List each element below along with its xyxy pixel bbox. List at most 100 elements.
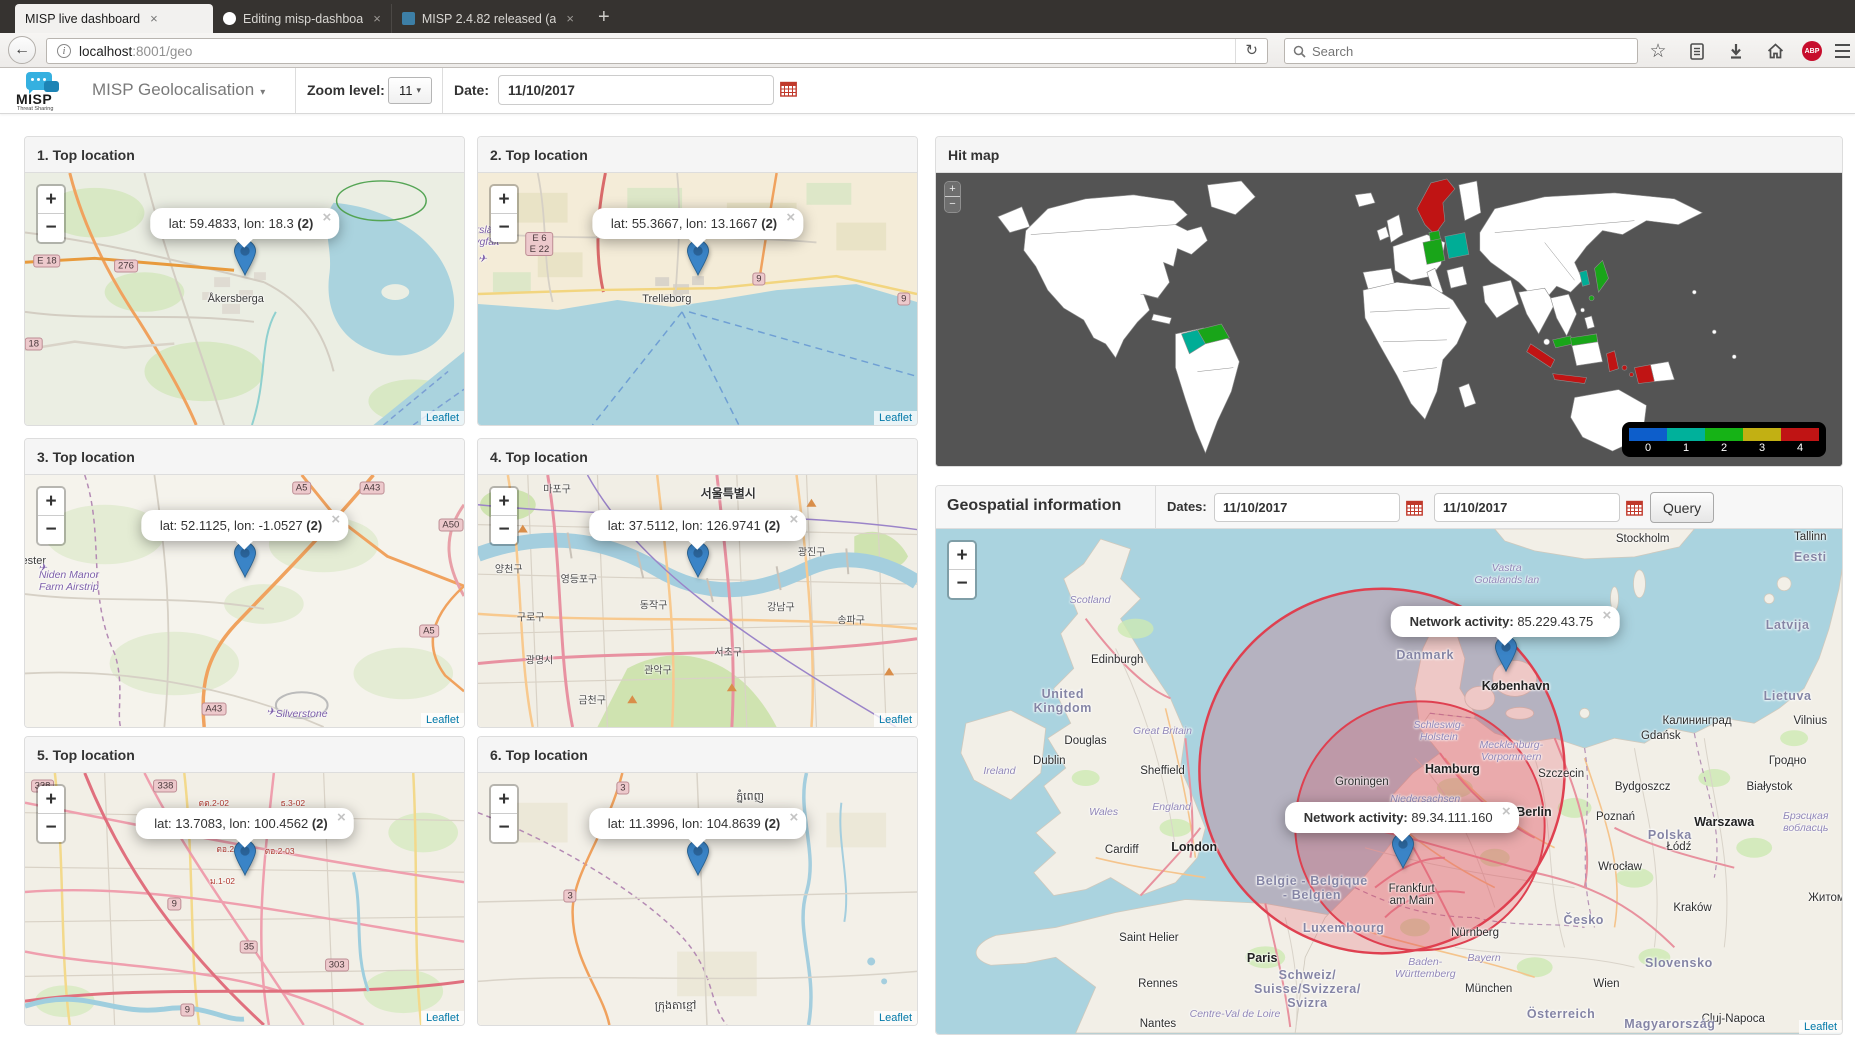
zoom-in-button[interactable]: + xyxy=(491,786,517,814)
popup-close-icon[interactable]: × xyxy=(789,811,798,824)
url-host: localhost xyxy=(79,44,132,59)
tab-misp-live-dashboard[interactable]: MISP live dashboard × xyxy=(15,4,213,33)
zoom-out-button[interactable]: − xyxy=(38,814,64,842)
legend-value: 2 xyxy=(1705,441,1743,454)
mini-map-bangkok[interactable]: +−ตต.2-02ธ.3-02ถ.2-02ตอ.2-02ตอ.2-03ม.1-0… xyxy=(25,773,464,1025)
home-icon[interactable] xyxy=(1762,38,1788,64)
panel-title: 1. Top location xyxy=(25,137,464,173)
zoom-out-button[interactable]: − xyxy=(38,516,64,544)
mini-map-phnom-penh[interactable]: +−ភ្នំពេញក្រុងតាខ្មៅ33lat: 11.3996, lon:… xyxy=(478,773,917,1025)
mini-map-silverstone[interactable]: +−esterNiden Manor Farm Airstrip✈✈Silver… xyxy=(25,475,464,727)
popup-close-icon[interactable]: × xyxy=(789,513,798,526)
map-attribution[interactable]: Leaflet xyxy=(874,1011,917,1025)
bookmark-star-icon[interactable]: ☆ xyxy=(1645,38,1671,64)
geospatial-map[interactable]: +−StockholmVastra Gotalands lanTallinnEe… xyxy=(936,529,1842,1034)
zoom-level-value: 11 xyxy=(399,83,413,98)
popup-close-icon[interactable]: × xyxy=(1602,609,1611,622)
road-badge: 9 xyxy=(168,898,181,911)
zoom-out-button[interactable]: − xyxy=(949,570,975,598)
popup-close-icon[interactable]: × xyxy=(323,211,332,224)
hit-map[interactable]: 01234 +− xyxy=(936,173,1842,466)
popup-label: (2) xyxy=(764,816,780,831)
zoom-in-button[interactable]: + xyxy=(945,182,960,197)
popup-close-icon[interactable]: × xyxy=(331,513,340,526)
map-attribution[interactable]: Leaflet xyxy=(421,713,464,727)
dates-label: Dates: xyxy=(1167,499,1207,514)
browser-tab-bar: MISP live dashboard × Editing misp-dashb… xyxy=(0,0,1855,33)
zoom-in-button[interactable]: + xyxy=(38,786,64,814)
popup-close-icon[interactable]: × xyxy=(1502,805,1511,818)
search-input[interactable] xyxy=(1312,44,1592,59)
panel-title: 6. Top location xyxy=(478,737,917,773)
search-icon xyxy=(1293,45,1306,58)
geospatial-header: Geospatial information Dates: Query xyxy=(936,486,1842,529)
zoom-in-button[interactable]: + xyxy=(491,488,517,516)
zoom-out-button[interactable]: − xyxy=(491,516,517,544)
map-attribution[interactable]: Leaflet xyxy=(874,713,917,727)
zoom-control: +− xyxy=(36,184,66,244)
zoom-control: +− xyxy=(36,784,66,844)
tab-editing-misp-dashboard[interactable]: Editing misp-dashboa × xyxy=(213,4,391,33)
zoom-out-button[interactable]: − xyxy=(945,197,960,212)
map-popup: lat: 55.3667, lon: 13.1667 (2)× xyxy=(592,208,803,239)
legend-value: 4 xyxy=(1781,441,1819,454)
date-input[interactable] xyxy=(498,75,774,105)
zoom-level-select[interactable]: 11▾ xyxy=(388,77,432,104)
popup-close-icon[interactable]: × xyxy=(786,211,795,224)
map-attribution[interactable]: Leaflet xyxy=(421,411,464,425)
zoom-in-button[interactable]: + xyxy=(38,488,64,516)
tab-close-icon[interactable]: × xyxy=(150,11,158,26)
panel-title: Hit map xyxy=(936,137,1842,173)
downloads-icon[interactable] xyxy=(1723,38,1749,64)
adblock-plus-icon[interactable]: ABP xyxy=(1799,38,1825,64)
popup-text: lat: 11.3996, lon: 104.8639 xyxy=(608,816,765,831)
tab-title: Editing misp-dashboa xyxy=(243,12,363,26)
mini-map-trelleborg[interactable]: +−erslätts ygfält✈TrelleborgE 6 E 2299la… xyxy=(478,173,917,425)
legend-swatches xyxy=(1629,428,1819,441)
zoom-out-button[interactable]: − xyxy=(38,214,64,242)
road-badge: E 18 xyxy=(33,255,61,268)
new-tab-button[interactable]: + xyxy=(584,6,624,33)
tab-misp-released[interactable]: MISP 2.4.82 released (a × xyxy=(391,4,584,33)
zoom-in-button[interactable]: + xyxy=(38,186,64,214)
zoom-in-button[interactable]: + xyxy=(491,186,517,214)
menu-icon[interactable] xyxy=(1829,38,1855,64)
bookmarks-list-icon[interactable] xyxy=(1684,38,1710,64)
zoom-in-button[interactable]: + xyxy=(949,542,975,570)
popup-label: (2) xyxy=(312,816,328,831)
panel-title: 5. Top location xyxy=(25,737,464,773)
mini-map-seoul[interactable]: +−서울특별시마포구광진구양천구영등포구동작구강남구송파구구로구광명시관악구서초… xyxy=(478,475,917,727)
header-divider xyxy=(442,68,443,113)
site-info-icon[interactable]: i xyxy=(57,44,71,58)
date-to-input[interactable] xyxy=(1434,493,1620,522)
header-divider xyxy=(1155,486,1156,529)
calendar-icon[interactable] xyxy=(780,81,797,97)
logo-subtitle: Threat Sharing xyxy=(17,106,53,112)
search-bar[interactable] xyxy=(1284,38,1638,64)
popup-close-icon[interactable]: × xyxy=(337,811,346,824)
tab-close-icon[interactable]: × xyxy=(373,11,381,26)
date-from-input[interactable] xyxy=(1214,493,1400,522)
panel-title: 2. Top location xyxy=(478,137,917,173)
road-badge: 35 xyxy=(240,940,259,953)
legend-swatch xyxy=(1743,428,1781,441)
zoom-control: +− xyxy=(489,784,519,844)
zoom-out-button[interactable]: − xyxy=(491,814,517,842)
query-button[interactable]: Query xyxy=(1650,492,1714,523)
calendar-icon[interactable] xyxy=(1406,500,1423,516)
map-attribution[interactable]: Leaflet xyxy=(421,1011,464,1025)
dashboard-header: MISP Threat Sharing MISP Geolocalisation… xyxy=(0,68,1855,114)
map-attribution[interactable]: Leaflet xyxy=(874,411,917,425)
url-bar[interactable]: i localhost:8001/geo ↻ xyxy=(46,38,1268,64)
header-divider xyxy=(295,68,296,113)
zoom-out-button[interactable]: − xyxy=(491,214,517,242)
app-title-dropdown[interactable]: MISP Geolocalisation▾ xyxy=(92,80,265,100)
adblock-badge: ABP xyxy=(1802,41,1822,61)
calendar-icon[interactable] xyxy=(1626,500,1643,516)
tab-title: MISP 2.4.82 released (a xyxy=(422,12,557,26)
reload-icon[interactable]: ↻ xyxy=(1235,39,1267,63)
back-button[interactable]: ← xyxy=(8,36,36,64)
map-attribution[interactable]: Leaflet xyxy=(1799,1020,1842,1034)
tab-close-icon[interactable]: × xyxy=(566,11,574,26)
mini-map-akersberga[interactable]: +−ÅkersbergaE 1827618lat: 59.4833, lon: … xyxy=(25,173,464,425)
